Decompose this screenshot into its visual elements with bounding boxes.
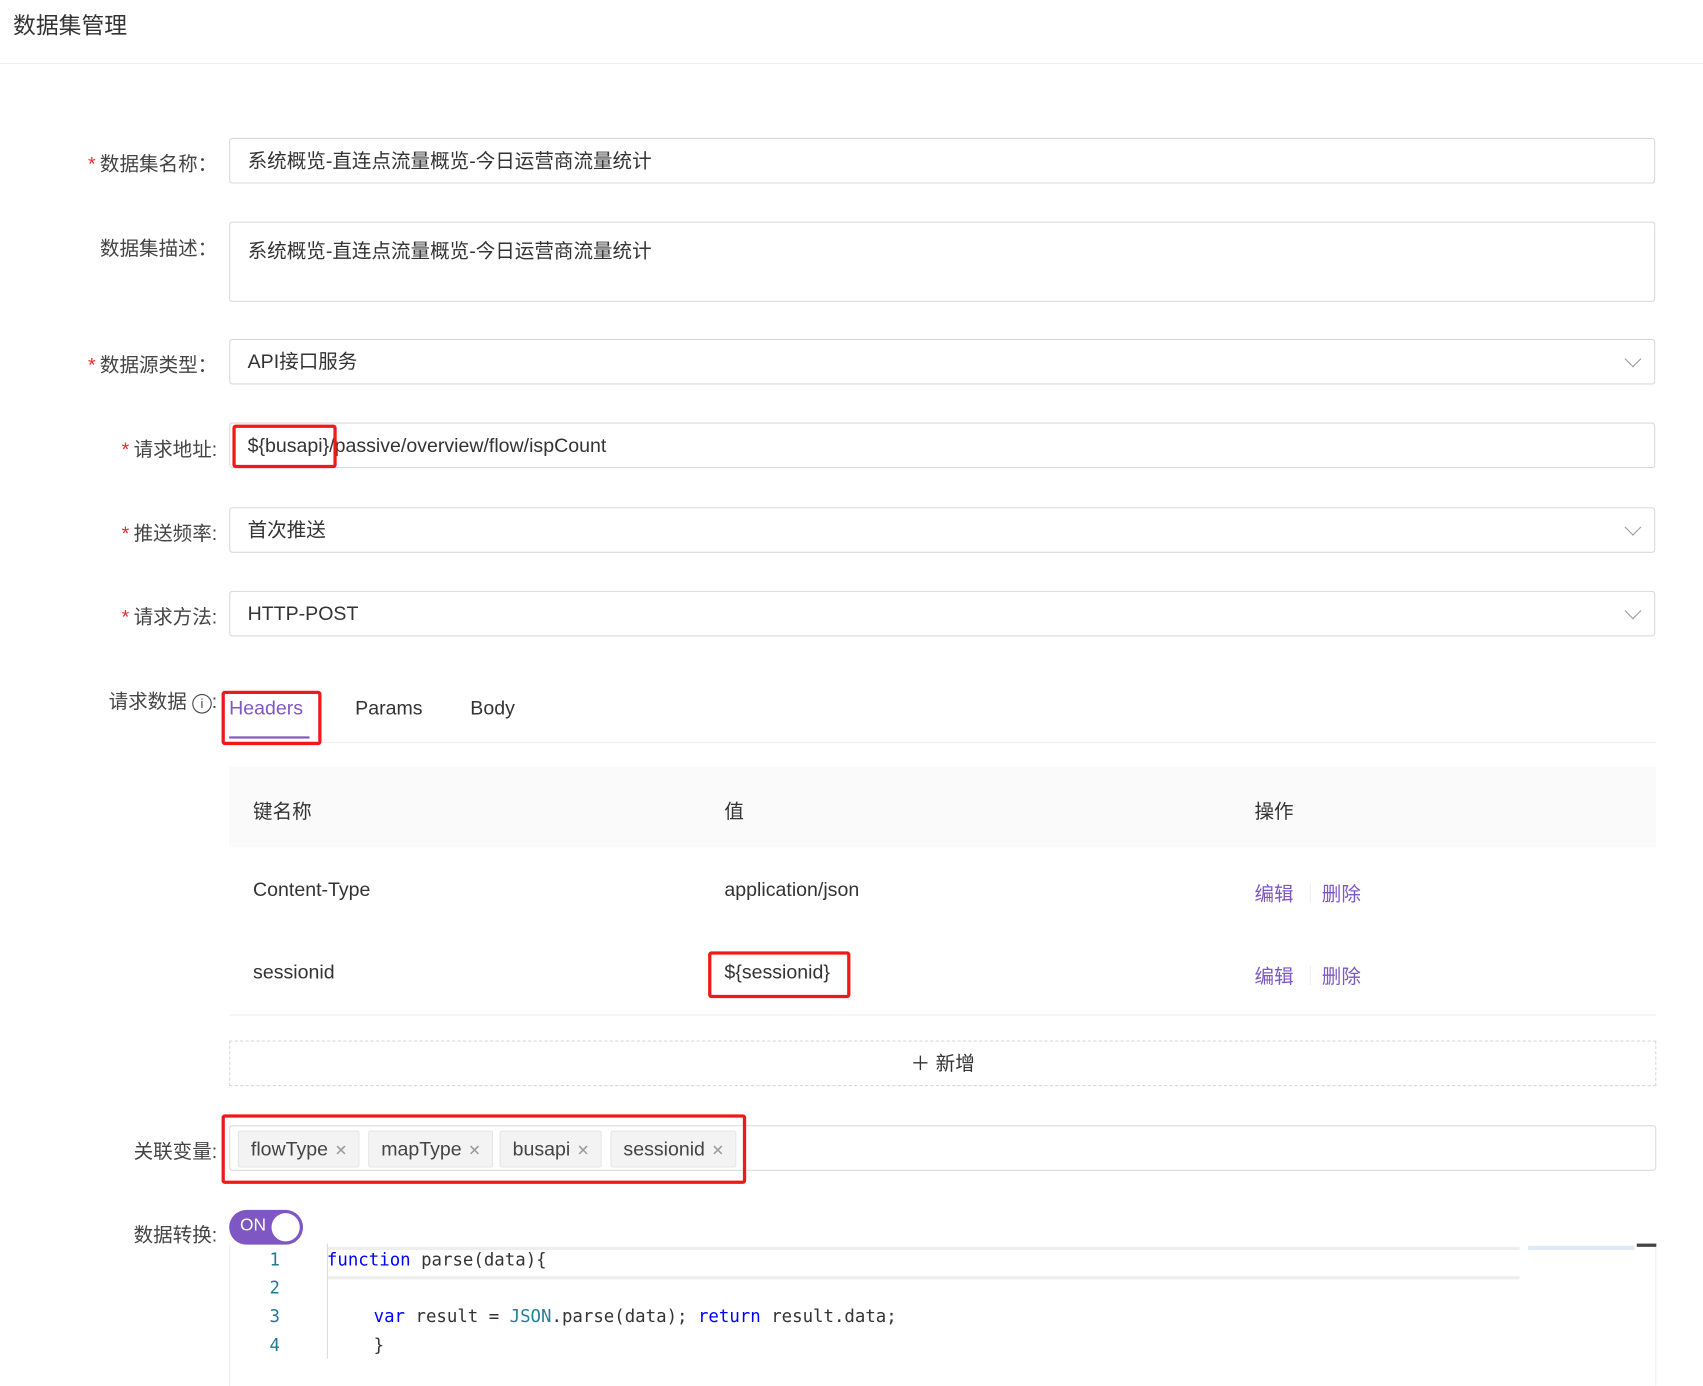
code-line: function parse(data){ (326, 1249, 547, 1270)
row-key: sessionid (253, 961, 335, 983)
tab-params[interactable]: Params (355, 697, 422, 720)
page-title: 数据集管理 (13, 14, 128, 40)
line-number: 3 (269, 1305, 281, 1327)
row-key: Content-Type (253, 878, 371, 901)
plus-icon: ＋ (910, 1052, 931, 1075)
name-label: * 数据集名称： (87, 153, 218, 175)
column-header: 值 (724, 800, 744, 823)
link-divider (1309, 882, 1311, 903)
line-number: 1 (269, 1249, 281, 1270)
line-number: 2 (269, 1277, 281, 1298)
row-value: application/json (724, 878, 860, 901)
tab-body[interactable]: Body (470, 697, 515, 720)
table-header (229, 766, 1657, 848)
line-number: 4 (269, 1334, 281, 1356)
annotation-box (708, 951, 851, 999)
chevron-down-icon (1624, 350, 1642, 368)
info-icon[interactable]: i (192, 694, 212, 714)
delete-link[interactable]: 删除 (1322, 879, 1361, 907)
code-line: var result = JSON.parse(data); return re… (373, 1305, 897, 1327)
dataset-name-input[interactable]: 系统概览-直连点流量概览-今日运营商流量统计 (229, 137, 1656, 184)
dataset-desc-textarea[interactable]: 系统概览-直连点流量概览-今日运营商流量统计 (229, 221, 1656, 302)
row-divider (229, 1014, 1657, 1016)
url-label: * 请求地址: (121, 438, 218, 461)
add-row-button[interactable]: ＋ 新增 (229, 1040, 1657, 1087)
minimap (1528, 1243, 1635, 1320)
toggle-label: ON (240, 1216, 267, 1235)
edit-link[interactable]: 编辑 (1254, 961, 1293, 989)
column-header: 操作 (1254, 800, 1294, 823)
url-path: /passive/overview/flow/ispCount (329, 434, 607, 457)
link-divider (1309, 965, 1311, 986)
scrollbar[interactable] (1636, 1243, 1657, 1247)
chevron-down-icon (1624, 602, 1642, 620)
annotation-box (221, 1114, 747, 1184)
method-value: HTTP-POST (247, 602, 359, 625)
desc-label: 数据集描述： (99, 237, 218, 260)
frequency-label: * 推送频率: (121, 522, 218, 545)
method-label: * 请求方法: (121, 606, 218, 628)
column-header: 键名称 (253, 800, 312, 823)
request-url-input[interactable]: ${busapi}/passive/overview/flow/ispCount (229, 422, 1656, 469)
code-line: } (373, 1334, 385, 1356)
frequency-select[interactable]: 首次推送 (229, 507, 1656, 553)
source-type-value: API接口服务 (247, 350, 358, 373)
divider (0, 62, 1703, 65)
frequency-value: 首次推送 (247, 519, 326, 541)
toggle-knob (271, 1213, 300, 1242)
annotation-box (232, 424, 337, 469)
transform-toggle[interactable]: ON (229, 1209, 304, 1245)
edit-link[interactable]: 编辑 (1254, 879, 1293, 907)
source-type-select[interactable]: API接口服务 (229, 338, 1656, 385)
source-type-label: * 数据源类型： (87, 354, 218, 376)
add-label: 新增 (935, 1052, 975, 1075)
delete-link[interactable]: 删除 (1322, 961, 1361, 989)
tabs-divider (309, 741, 1657, 743)
annotation-box (221, 690, 322, 746)
transform-label: 数据转换: (133, 1224, 218, 1246)
chevron-down-icon (1624, 518, 1642, 536)
method-select[interactable]: HTTP-POST (229, 590, 1656, 637)
request-data-label: 请求数据 i: (108, 690, 218, 714)
variables-label: 关联变量: (133, 1140, 218, 1163)
